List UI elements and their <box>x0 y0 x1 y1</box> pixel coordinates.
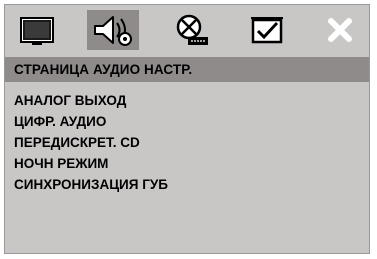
menu-item-night-mode[interactable]: НОЧН РЕЖИМ <box>14 153 168 174</box>
menu-item-analog-output[interactable]: АНАЛОГ ВЫХОД <box>14 90 168 111</box>
exit-icon <box>328 18 352 42</box>
audio-settings-list: АНАЛОГ ВЫХОД ЦИФР. АУДИО ПЕРЕДИСКРЕТ. CD… <box>14 90 168 195</box>
menu-item-lip-sync[interactable]: СИНХРОНИЗАЦИЯ ГУБ <box>14 174 168 195</box>
preference-setup-icon <box>251 17 283 44</box>
preference-setup-tab[interactable] <box>241 10 293 50</box>
setup-toolbar <box>5 5 369 55</box>
page-title: СТРАНИЦА АУДИО НАСТР. <box>5 57 369 82</box>
dolby-setup-tab[interactable] <box>164 10 216 50</box>
menu-item-cd-upsampling[interactable]: ПЕРЕДИСКРЕТ. CD <box>14 132 168 153</box>
setup-menu-panel: СТРАНИЦА АУДИО НАСТР. АНАЛОГ ВЫХОД ЦИФР.… <box>4 4 370 254</box>
menu-item-digital-audio[interactable]: ЦИФР. АУДИО <box>14 111 168 132</box>
exit-tab[interactable] <box>314 10 366 50</box>
audio-setup-tab[interactable] <box>87 10 139 50</box>
general-setup-icon <box>20 17 54 45</box>
dolby-setup-icon <box>176 14 208 45</box>
page-title-text: СТРАНИЦА АУДИО НАСТР. <box>14 62 193 77</box>
general-setup-tab[interactable] <box>11 10 63 50</box>
audio-setup-icon <box>94 16 132 46</box>
